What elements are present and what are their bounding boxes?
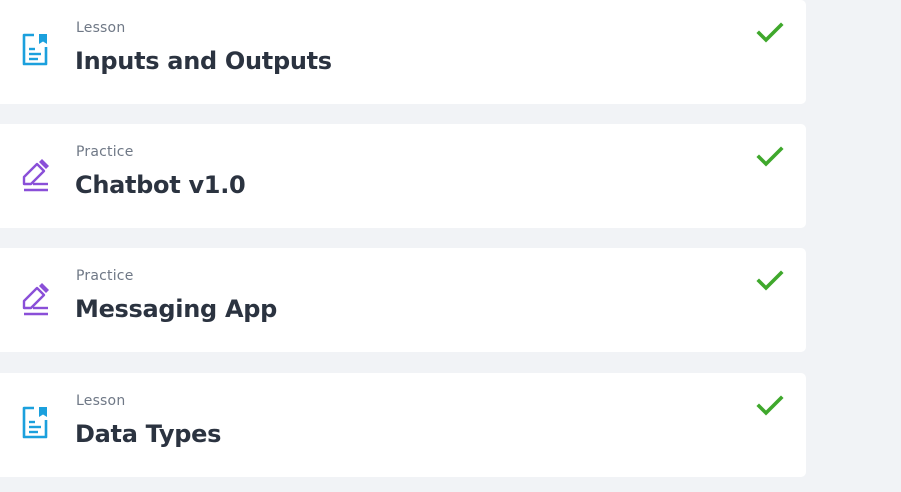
checkmark-icon [756,22,784,44]
lesson-card[interactable]: Lesson Inputs and Outputs [0,0,806,104]
card-title: Inputs and Outputs [75,47,332,75]
pencil-icon [20,281,52,317]
pencil-icon [20,157,52,193]
document-icon [20,33,52,69]
checkmark-icon [756,395,784,417]
card-title: Messaging App [75,295,277,323]
checkmark-icon [756,146,784,168]
card-type-label: Practice [76,144,134,160]
practice-card[interactable]: Practice Chatbot v1.0 [0,124,806,228]
card-type-label: Practice [76,268,134,284]
checkmark-icon [756,270,784,292]
card-title: Data Types [75,420,222,448]
card-type-label: Lesson [76,393,126,409]
practice-card[interactable]: Practice Messaging App [0,248,806,352]
lesson-card[interactable]: Lesson Data Types [0,373,806,477]
document-icon [20,406,52,442]
card-type-label: Lesson [76,20,126,36]
card-title: Chatbot v1.0 [75,171,246,199]
